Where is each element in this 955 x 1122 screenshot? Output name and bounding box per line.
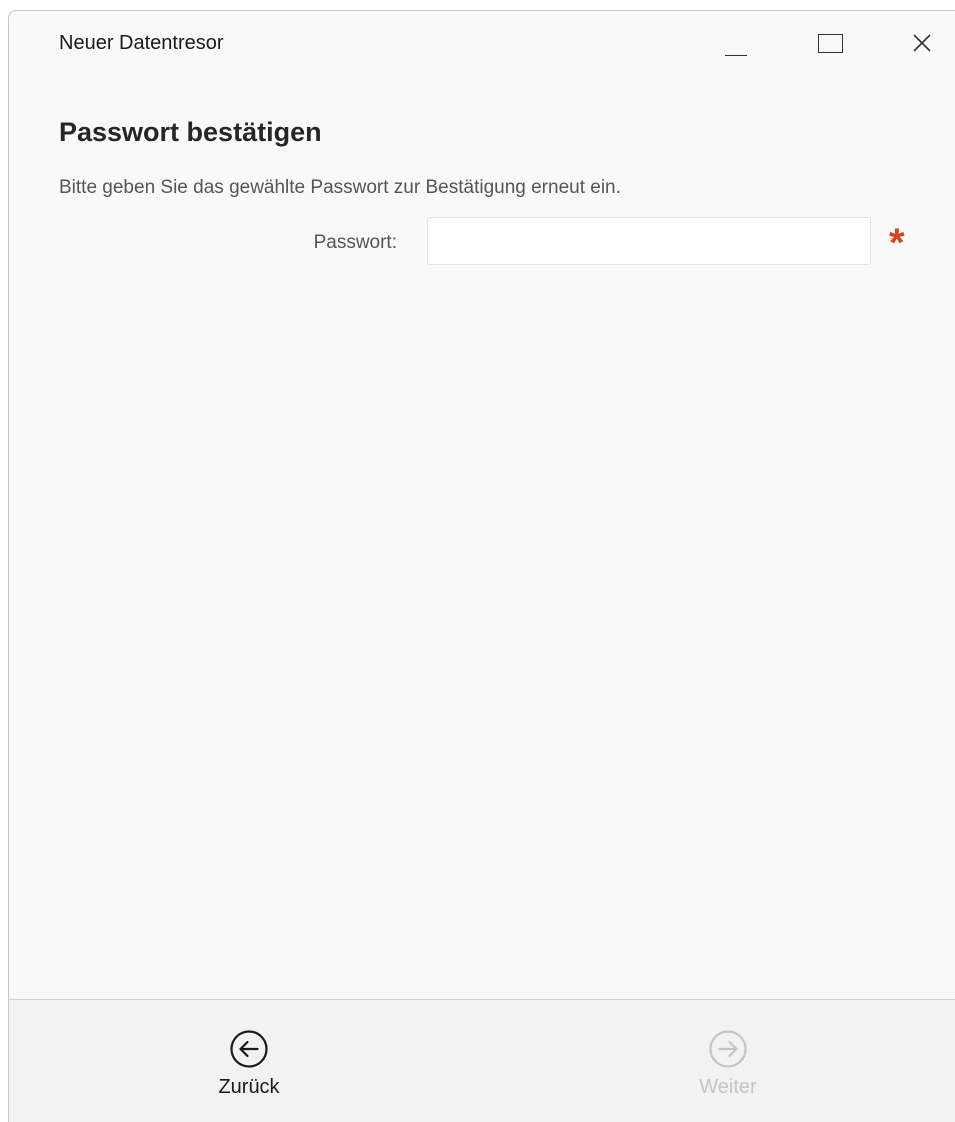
required-marker: *: [889, 221, 905, 265]
title-bar[interactable]: Neuer Datentresor: [9, 11, 955, 77]
password-input[interactable]: [427, 217, 871, 265]
back-button-label: Zurück: [218, 1076, 280, 1098]
maximize-icon: [817, 33, 843, 53]
arrow-right-circle-icon: [707, 1028, 749, 1070]
password-label: Passwort:: [313, 232, 397, 253]
maximize-button[interactable]: [800, 11, 860, 77]
minimize-button[interactable]: [706, 11, 766, 77]
arrow-left-circle-icon: [228, 1028, 270, 1070]
minimize-icon: [725, 54, 747, 56]
window-title: Neuer Datentresor: [59, 32, 224, 54]
page-description: Bitte geben Sie das gewählte Passwort zu…: [59, 177, 621, 198]
close-button[interactable]: [892, 11, 952, 77]
next-button[interactable]: Weiter: [648, 1028, 808, 1099]
next-button-label: Weiter: [699, 1076, 757, 1098]
footer-bar: Zurück Weiter: [9, 999, 955, 1122]
dialog-window: Neuer Datentresor Passwort bestätigen Bi…: [8, 10, 955, 1122]
close-icon: [912, 34, 932, 53]
page-heading: Passwort bestätigen: [59, 117, 322, 147]
back-button[interactable]: Zurück: [169, 1028, 329, 1099]
